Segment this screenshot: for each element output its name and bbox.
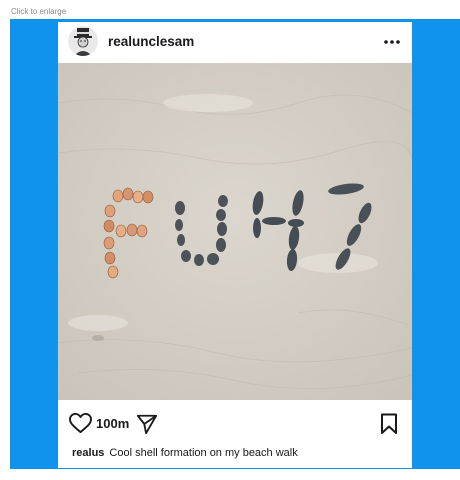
more-options-button[interactable] [382,32,402,52]
beach-shells-image [58,63,412,400]
post-caption: realus Cool shell formation on my beach w… [72,447,298,459]
post-card: realunclesam 100m realus Cool shell form… [58,22,412,468]
like-button[interactable] [69,413,92,434]
save-button[interactable] [380,413,398,435]
caption-username[interactable]: realus [72,447,104,459]
blue-frame: realunclesam 100m realus Cool shell form… [10,19,460,469]
post-username[interactable]: realunclesam [108,34,194,49]
likes-count: 100m [96,416,130,431]
post-actions: 100m [58,400,412,440]
caption-text: Cool shell formation on my beach walk [109,447,298,459]
avatar[interactable] [68,26,98,56]
post-photo[interactable] [58,63,412,400]
heart-icon [69,413,92,434]
uncle-sam-avatar-icon [68,26,98,56]
more-icon [384,40,400,44]
share-button[interactable] [136,413,158,435]
send-icon [136,414,158,435]
bookmark-icon [381,413,397,434]
page: Click to enlarge realunclesam 100m realu… [0,0,460,480]
post-header: realunclesam [58,22,412,62]
click-to-enlarge-label[interactable]: Click to enlarge [11,7,66,16]
